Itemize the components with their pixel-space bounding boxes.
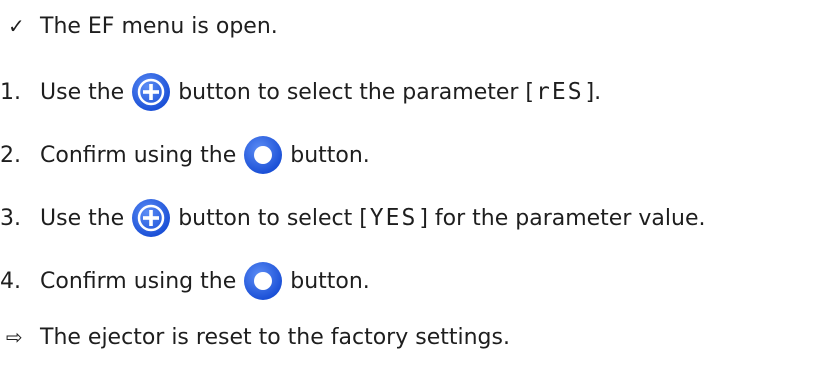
result-line: ⇨ The ejector is reset to the factory se… — [0, 317, 510, 357]
step-number: 3. — [0, 205, 21, 231]
step-text-before: Use the — [40, 205, 125, 231]
step-text-before: Confirm using the — [40, 268, 237, 294]
confirm-ring-button-icon — [242, 134, 284, 176]
step-number: 1. — [0, 79, 21, 105]
step-number: 4. — [0, 268, 21, 294]
display-code-yes: YES — [369, 205, 418, 231]
step-2: 2. Confirm using the button. — [0, 135, 370, 175]
step-1: 1. Use the button to select the paramete… — [0, 72, 601, 112]
result-arrow-icon: ⇨ — [6, 325, 23, 349]
step-text-after: button. — [290, 268, 370, 294]
result-text: The ejector is reset to the factory sett… — [40, 324, 510, 350]
step-number: 2. — [0, 142, 21, 168]
step-text-after: button to select [ — [178, 205, 368, 231]
precondition-line: ✓ The EF menu is open. — [0, 6, 278, 46]
plus-button-icon — [130, 197, 172, 239]
plus-button-icon — [130, 71, 172, 113]
step-text-after: button. — [290, 142, 370, 168]
step-text-before: Confirm using the — [40, 142, 237, 168]
step-3: 3. Use the button to select [ YES ] for … — [0, 198, 705, 238]
step-text-close: ] for the parameter value. — [419, 205, 706, 231]
step-text-before: Use the — [40, 79, 125, 105]
step-text-close: ]. — [585, 79, 602, 105]
display-code-res: rES — [536, 79, 584, 105]
step-text-after: button to select the parameter [ — [178, 79, 535, 105]
confirm-ring-button-icon — [242, 260, 284, 302]
precondition-text: The EF menu is open. — [40, 13, 278, 39]
checkmark-icon: ✓ — [8, 14, 25, 38]
step-4: 4. Confirm using the button. — [0, 261, 370, 301]
